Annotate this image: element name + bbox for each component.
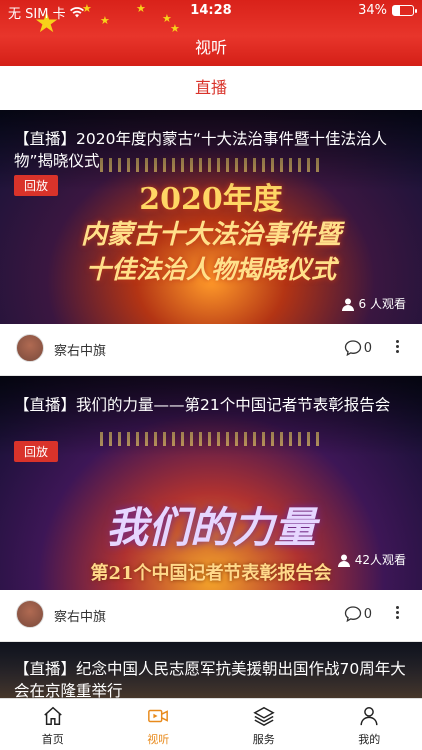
live-feed: 2020年度 内蒙古十大法治事件暨 十佳法治人物揭晓仪式 【直播】2020年度内… — [0, 110, 422, 698]
card-meta: 察右中旗 0 — [0, 590, 422, 642]
thumb-headline-text: 我们的力量 — [105, 503, 316, 552]
live-thumbnail[interactable]: 【直播】纪念中国人民志愿军抗美援朝出国作战70周年大会在京隆重举行 — [0, 642, 422, 698]
title-shade — [0, 376, 422, 456]
comment-icon — [344, 606, 361, 623]
battery-percent: 34% — [358, 3, 387, 18]
battery-fill — [393, 6, 400, 15]
comment-count: 0 — [363, 606, 372, 622]
live-card[interactable]: 我们的力量 第21个中国记者节表彰报告会 【直播】我们的力量——第21个中国记者… — [0, 376, 422, 642]
nav-video-label: 视听 — [147, 733, 170, 746]
author-name[interactable]: 察右中旗 — [54, 340, 106, 359]
card-meta: 察右中旗 0 — [0, 324, 422, 376]
comment-count: 0 — [363, 340, 372, 356]
person-icon — [360, 707, 378, 726]
person-icon — [341, 298, 354, 311]
comment-button[interactable]: 0 — [344, 605, 372, 623]
nav-home[interactable]: 首页 — [0, 699, 106, 750]
live-card[interactable]: 【直播】纪念中国人民志愿军抗美援朝出国作战70周年大会在京隆重举行 — [0, 642, 422, 698]
more-options-icon[interactable] — [390, 338, 404, 358]
avatar[interactable] — [16, 600, 44, 628]
nav-mine[interactable]: 我的 — [317, 699, 422, 750]
viewer-count-label: 42人观看 — [354, 553, 406, 567]
more-options-icon[interactable] — [390, 604, 404, 624]
avatar[interactable] — [16, 334, 44, 362]
header: ★ ★ ★ ★ ★ ★ 无 SIM 卡 14:28 34% 视听 — [0, 0, 422, 66]
comment-icon — [344, 340, 361, 357]
thumb-subline-text: 十佳法治人物揭晓仪式 — [85, 255, 336, 284]
video-icon — [148, 709, 169, 723]
live-title[interactable]: 【直播】我们的力量——第21个中国记者节表彰报告会 — [14, 394, 408, 416]
replay-badge: 回放 — [14, 175, 59, 196]
live-thumbnail[interactable]: 我们的力量 第21个中国记者节表彰报告会 【直播】我们的力量——第21个中国记者… — [0, 376, 422, 590]
tab-live[interactable]: 直播 — [0, 66, 422, 110]
nav-service-label: 服务 — [252, 733, 275, 746]
live-card[interactable]: 2020年度 内蒙古十大法治事件暨 十佳法治人物揭晓仪式 【直播】2020年度内… — [0, 110, 422, 376]
page-title: 视听 — [194, 38, 227, 57]
status-bar: 无 SIM 卡 14:28 34% — [0, 0, 422, 22]
viewer-count: 42人观看 — [337, 551, 406, 568]
live-thumbnail[interactable]: 2020年度 内蒙古十大法治事件暨 十佳法治人物揭晓仪式 【直播】2020年度内… — [0, 110, 422, 324]
nav-service[interactable]: 服务 — [211, 699, 317, 750]
viewer-count: 6 人观看 — [341, 295, 406, 312]
status-right: 34% — [358, 3, 417, 18]
live-title[interactable]: 【直播】2020年度内蒙古“十大法治事件暨十佳法治人物”揭晓仪式 — [14, 128, 408, 172]
battery-icon — [392, 5, 417, 16]
person-icon — [337, 554, 350, 567]
author-name[interactable]: 察右中旗 — [54, 606, 106, 625]
comment-button[interactable]: 0 — [344, 339, 372, 357]
nav-home-label: 首页 — [41, 733, 64, 746]
nav-video[interactable]: 视听 — [106, 699, 212, 750]
replay-badge: 回放 — [14, 441, 59, 462]
home-icon — [44, 706, 62, 725]
bottom-nav: 首页 视听 服务 我的 — [0, 698, 422, 750]
layers-icon — [253, 706, 275, 727]
nav-mine-label: 我的 — [358, 733, 381, 746]
viewer-count-label: 6 人观看 — [358, 297, 406, 311]
thumb-headline-text: 内蒙古十大法治事件暨 — [80, 220, 341, 250]
live-title[interactable]: 【直播】纪念中国人民志愿军抗美援朝出国作战70周年大会在京隆重举行 — [14, 658, 408, 698]
